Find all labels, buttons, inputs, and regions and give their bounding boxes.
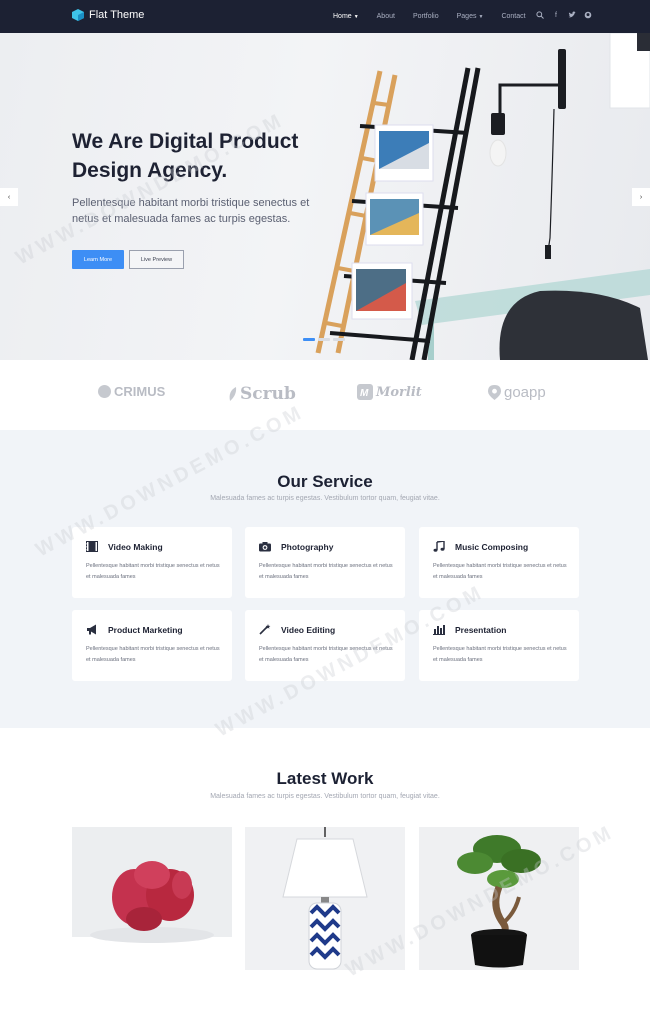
service-card[interactable]: Presentation Pellentesque habitant morbi… bbox=[419, 610, 579, 681]
client-name: Scrub bbox=[240, 384, 296, 404]
facebook-icon[interactable]: f bbox=[552, 11, 560, 19]
hero-title-line: We Are Digital Product bbox=[72, 130, 299, 153]
hero-title: We Are Digital Product Design Agency. bbox=[72, 127, 352, 185]
service-text: Pellentesque habitant morbi tristique se… bbox=[433, 646, 567, 663]
cube-icon bbox=[72, 9, 84, 21]
service-card[interactable]: Music Composing Pellentesque habitant mo… bbox=[419, 527, 579, 598]
portfolio-item[interactable] bbox=[419, 827, 579, 970]
nav-item-contact[interactable]: Contact bbox=[501, 13, 525, 20]
client-name: Morlit bbox=[376, 384, 422, 400]
section-subtitle: Malesuada fames ac turpis egestas. Vesti… bbox=[210, 495, 440, 502]
nav-item-about[interactable]: About bbox=[377, 13, 395, 20]
pin-icon bbox=[488, 385, 501, 400]
service-text: Pellentesque habitant morbi tristique se… bbox=[259, 646, 393, 663]
service-text: Pellentesque habitant morbi tristique se… bbox=[86, 646, 220, 663]
client-logos: CRIMUS Scrub M Morlit goapp bbox=[0, 360, 650, 430]
service-text: Pellentesque habitant morbi tristique se… bbox=[259, 563, 393, 580]
service-card[interactable]: Photography Pellentesque habitant morbi … bbox=[245, 527, 405, 598]
github-icon[interactable] bbox=[584, 11, 592, 19]
portfolio-item[interactable] bbox=[72, 827, 232, 970]
hero-slider: We Are Digital Product Design Agency. Pe… bbox=[0, 33, 650, 360]
service-title: Product Marketing bbox=[108, 624, 183, 635]
morlit-logo-icon: M bbox=[357, 384, 373, 400]
service-card[interactable]: Product Marketing Pellentesque habitant … bbox=[72, 610, 232, 681]
bar-chart-icon bbox=[433, 625, 445, 635]
slider-prev-button[interactable]: ‹ bbox=[0, 188, 18, 206]
nav-icons: f bbox=[536, 11, 592, 19]
hero-illustration bbox=[315, 33, 650, 360]
client-logo-morlit[interactable]: M Morlit bbox=[357, 384, 422, 400]
client-name: CRIMUS bbox=[114, 384, 166, 399]
client-logo-crimus[interactable]: CRIMUS bbox=[98, 384, 165, 399]
service-title: Video Making bbox=[108, 541, 163, 552]
nav-item-pages[interactable]: Pages ▼ bbox=[457, 13, 484, 20]
music-icon bbox=[433, 541, 445, 552]
service-text: Pellentesque habitant morbi tristique se… bbox=[433, 563, 567, 580]
section-subtitle: Malesuada fames ac turpis egestas. Vesti… bbox=[210, 793, 440, 800]
nav-item-label: Portfolio bbox=[412, 13, 439, 20]
nav-item-portfolio[interactable]: Portfolio bbox=[413, 13, 439, 20]
chevron-down-icon: ▼ bbox=[478, 14, 484, 20]
nav-item-label: Home bbox=[333, 13, 352, 20]
brand-name: Flat Theme bbox=[89, 9, 145, 21]
latest-work-section: Latest Work Malesuada fames ac turpis eg… bbox=[0, 728, 650, 1028]
crimus-logo-icon bbox=[98, 385, 111, 398]
camera-icon bbox=[259, 542, 271, 552]
film-icon bbox=[86, 541, 98, 552]
service-title: Presentation bbox=[455, 624, 507, 635]
chevron-down-icon: ▼ bbox=[353, 14, 359, 20]
service-title: Video Editing bbox=[281, 624, 336, 635]
nav-item-home[interactable]: Home ▼ bbox=[333, 13, 359, 20]
service-text: Pellentesque habitant morbi tristique se… bbox=[86, 563, 220, 580]
slider-dot[interactable] bbox=[303, 338, 315, 341]
section-title: Our Service bbox=[277, 472, 373, 491]
nav-item-label: Pages bbox=[456, 13, 477, 20]
nav-menu: Home ▼ About Portfolio Pages ▼ Contact bbox=[333, 0, 544, 33]
chevron-right-icon: › bbox=[639, 193, 643, 201]
bonsai-image bbox=[457, 835, 541, 968]
navbar: Flat Theme Home ▼ About Portfolio Pages ▼ … bbox=[0, 0, 650, 33]
brand-logo[interactable]: Flat Theme bbox=[72, 9, 144, 21]
service-card[interactable]: Video Editing Pellentesque habitant morb… bbox=[245, 610, 405, 681]
nav-item-label: Contact bbox=[501, 13, 526, 20]
nav-item-label: About bbox=[376, 13, 395, 20]
client-logo-goapp[interactable]: goapp bbox=[488, 384, 546, 401]
hero-title-line: Design Agency. bbox=[72, 159, 228, 182]
slider-next-button[interactable]: › bbox=[632, 188, 650, 206]
slider-pagination bbox=[303, 338, 345, 341]
service-title: Music Composing bbox=[455, 541, 529, 552]
client-logo-scrub[interactable]: Scrub bbox=[228, 384, 296, 404]
hero-subtitle: Pellentesque habitant morbi tristique se… bbox=[72, 197, 310, 225]
portfolio-item[interactable] bbox=[245, 827, 405, 970]
twitter-icon[interactable] bbox=[568, 11, 576, 19]
client-name: goapp bbox=[504, 384, 546, 401]
live-preview-button[interactable]: Live Preview bbox=[129, 250, 184, 269]
svg-text:M: M bbox=[360, 388, 369, 399]
services-section: Our Service Malesuada fames ac turpis eg… bbox=[0, 430, 650, 728]
service-title: Photography bbox=[281, 541, 334, 552]
search-icon[interactable] bbox=[536, 11, 544, 19]
section-title: Latest Work bbox=[276, 769, 374, 788]
service-card[interactable]: Video Making Pellentesque habitant morbi… bbox=[72, 527, 232, 598]
slider-dot[interactable] bbox=[333, 338, 345, 341]
lamp-image bbox=[282, 827, 368, 970]
magic-wand-icon bbox=[259, 624, 271, 635]
cactus-image bbox=[72, 861, 232, 970]
learn-more-button[interactable]: Learn More bbox=[72, 250, 124, 269]
chevron-left-icon: ‹ bbox=[7, 193, 11, 201]
slider-dot[interactable] bbox=[318, 338, 330, 341]
leaf-icon bbox=[229, 387, 237, 401]
megaphone-icon bbox=[87, 624, 96, 635]
